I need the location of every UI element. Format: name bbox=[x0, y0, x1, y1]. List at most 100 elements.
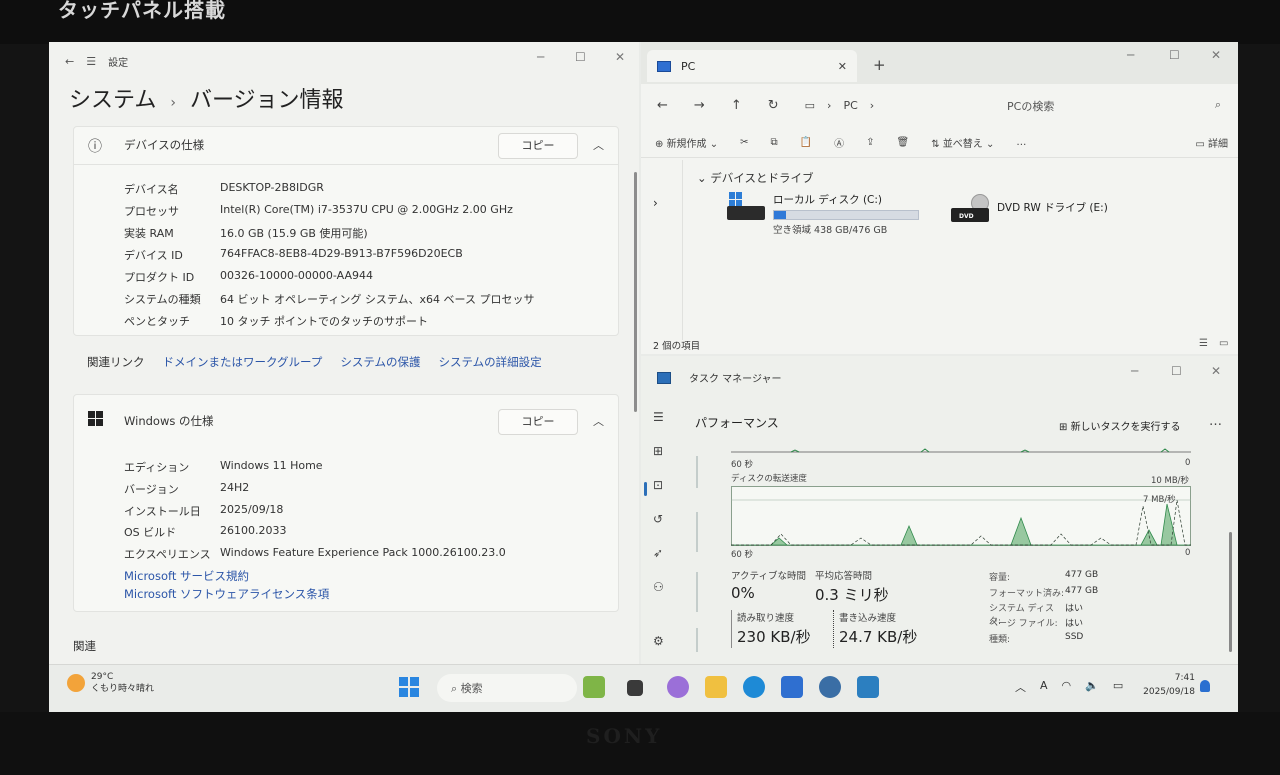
volume-icon[interactable]: 🔈 bbox=[1085, 679, 1099, 695]
weather-widget[interactable]: 29°C くもり時々晴れ bbox=[67, 671, 154, 695]
chevron-up-icon[interactable]: ︿ bbox=[593, 413, 604, 429]
breadcrumb-pc[interactable]: PC bbox=[843, 99, 857, 112]
chevron-up-icon[interactable]: ︿ bbox=[593, 137, 604, 153]
users-icon[interactable]: ⚇ bbox=[653, 580, 664, 594]
forward-arrow-icon[interactable]: → bbox=[694, 98, 705, 113]
copy-windows-specs-button[interactable]: コピー bbox=[498, 409, 578, 435]
tile-view-icon[interactable]: ▭ bbox=[1219, 338, 1228, 349]
more-options-icon[interactable]: … bbox=[1209, 414, 1222, 429]
weather-desc: くもり時々晴れ bbox=[91, 684, 155, 694]
details-pane-button[interactable]: ▭ 詳細 bbox=[1195, 135, 1228, 150]
computer-icon bbox=[657, 60, 671, 72]
drive-c[interactable]: ローカル ディスク (C:) 空き領域 438 GB/476 GB bbox=[727, 192, 919, 236]
close-icon[interactable]: ✕ bbox=[615, 50, 625, 64]
ime-indicator[interactable]: A bbox=[1040, 679, 1048, 695]
list-view-icon[interactable]: ☰ bbox=[1199, 338, 1208, 349]
settings-app-name: 設定 bbox=[108, 58, 129, 69]
taskbar-search[interactable]: ⌕ 検索 bbox=[437, 674, 577, 702]
task-manager-sidebar: ☰ ⊞ ⊡ ↺ ➶ ⚇ ⚙ bbox=[641, 400, 681, 664]
status-item-count: 2 個の項目 bbox=[653, 341, 701, 352]
new-tab-icon[interactable]: + bbox=[873, 56, 886, 74]
hamburger-menu-icon[interactable]: ☰ bbox=[653, 410, 664, 424]
refresh-icon[interactable]: ↻ bbox=[768, 98, 779, 113]
clock[interactable]: 7:41 2025/09/18 bbox=[1141, 671, 1195, 699]
tab-pc[interactable]: PC ✕ bbox=[647, 50, 857, 82]
close-icon[interactable]: ✕ bbox=[1211, 48, 1221, 62]
paste-icon[interactable]: 📋 bbox=[800, 137, 812, 148]
spec-value: 64 ビット オペレーティング システム、x64 ベース プロセッサ bbox=[220, 293, 535, 306]
breadcrumb[interactable]: ▭ › PC › bbox=[805, 99, 875, 112]
system-protection-link[interactable]: システムの保護 bbox=[340, 354, 420, 370]
settings-window: ← ☰ 設定 ─ ☐ ✕ システム › バージョン情報 ⓘ デバイスの仕様 コピ… bbox=[49, 42, 639, 664]
spec-value: 10 タッチ ポイントでのタッチのサポート bbox=[220, 315, 428, 328]
spec-row: エクスペリエンス Windows Feature Experience Pack … bbox=[124, 546, 506, 562]
copy-icon[interactable]: ⧉ bbox=[771, 137, 778, 148]
spec-row: デバイス ID 764FFAC8-8EB8-4D29-B913-B7F596D20… bbox=[124, 247, 463, 263]
back-arrow-icon[interactable]: ← bbox=[65, 55, 74, 68]
ms-license-terms-link[interactable]: Microsoft ソフトウェアライセンス条項 bbox=[124, 586, 329, 602]
domain-workgroup-link[interactable]: ドメインまたはワークグループ bbox=[163, 354, 323, 370]
page-title: システム › バージョン情報 bbox=[69, 82, 344, 114]
chevron-right-icon: › bbox=[869, 98, 875, 112]
maximize-icon[interactable]: ☐ bbox=[575, 50, 586, 64]
store-icon[interactable] bbox=[781, 676, 803, 698]
advanced-system-settings-link[interactable]: システムの詳細設定 bbox=[439, 354, 542, 370]
wifi-icon[interactable]: ◠ bbox=[1062, 679, 1072, 695]
settings-scrollbar[interactable] bbox=[634, 172, 637, 412]
sort-button[interactable]: ⇅ 並べ替え ⌄ bbox=[931, 135, 994, 150]
spec-value: Windows Feature Experience Pack 1000.261… bbox=[220, 546, 506, 559]
app-history-icon[interactable]: ↺ bbox=[653, 512, 663, 526]
run-new-task-button[interactable]: ⊞ 新しいタスクを実行する bbox=[1059, 418, 1181, 433]
hamburger-menu-icon[interactable]: ☰ bbox=[86, 55, 96, 68]
settings-gear-icon[interactable] bbox=[819, 676, 841, 698]
ms-service-agreement-link[interactable]: Microsoft サービス規約 bbox=[124, 568, 249, 584]
maximize-icon[interactable]: ☐ bbox=[1171, 364, 1182, 378]
spec-key: プロセッサ bbox=[124, 205, 179, 218]
back-arrow-icon[interactable]: ← bbox=[657, 98, 668, 113]
notification-bell-icon[interactable] bbox=[1200, 680, 1210, 692]
property-key: 種類: bbox=[989, 635, 1011, 645]
task-manager-taskbar-icon[interactable] bbox=[857, 676, 879, 698]
device-specs-header[interactable]: ⓘ デバイスの仕様 コピー ︿ bbox=[74, 127, 618, 165]
processes-icon[interactable]: ⊞ bbox=[653, 444, 663, 458]
expand-chevron-icon[interactable]: › bbox=[653, 196, 658, 210]
start-button[interactable] bbox=[399, 677, 419, 697]
task-manager-scrollbar[interactable] bbox=[1229, 532, 1232, 652]
copilot-icon[interactable] bbox=[667, 676, 689, 698]
spec-row: 実装 RAM 16.0 GB (15.9 GB 使用可能) bbox=[124, 225, 368, 241]
rename-icon[interactable]: Ⓐ bbox=[834, 135, 844, 150]
write-speed-label: 書き込み速度 bbox=[839, 613, 897, 624]
file-explorer-icon[interactable] bbox=[705, 676, 727, 698]
minimize-icon[interactable]: ─ bbox=[1127, 48, 1134, 62]
spec-value: 764FFAC8-8EB8-4D29-B913-B7F596D20ECB bbox=[220, 247, 463, 260]
delete-icon[interactable]: 🗑 bbox=[897, 137, 910, 148]
cut-icon[interactable]: ✂ bbox=[740, 137, 748, 148]
minimize-icon[interactable]: ─ bbox=[1131, 364, 1138, 378]
maximize-icon[interactable]: ☐ bbox=[1169, 48, 1180, 62]
close-tab-icon[interactable]: ✕ bbox=[838, 60, 847, 73]
task-view-icon[interactable] bbox=[627, 680, 643, 696]
share-icon[interactable]: ⇪ bbox=[866, 137, 874, 148]
chevron-up-icon[interactable]: ︿ bbox=[1015, 679, 1026, 695]
startup-apps-icon[interactable]: ➶ bbox=[653, 546, 663, 560]
drive-e[interactable]: DVD DVD RW ドライブ (E:) bbox=[951, 194, 1108, 224]
battery-icon[interactable]: ▭ bbox=[1113, 679, 1123, 695]
navigation-pane[interactable]: › bbox=[641, 160, 683, 340]
devices-drives-group[interactable]: ⌄ デバイスとドライブ bbox=[697, 170, 813, 186]
breadcrumb-system[interactable]: システム bbox=[69, 82, 156, 114]
widgets-icon[interactable] bbox=[583, 676, 605, 698]
edge-browser-icon[interactable] bbox=[743, 676, 765, 698]
info-icon: ⓘ bbox=[88, 139, 102, 155]
up-arrow-icon[interactable]: ↑ bbox=[731, 98, 742, 113]
copy-device-specs-button[interactable]: コピー bbox=[498, 133, 578, 159]
new-button[interactable]: ⊕ 新規作成 ⌄ bbox=[655, 135, 718, 150]
explorer-search-input[interactable]: PCの検索 ⌕ bbox=[971, 91, 1233, 119]
windows-specs-header[interactable]: Windows の仕様 コピー ︿ bbox=[74, 395, 618, 445]
settings-gear-icon[interactable]: ⚙ bbox=[653, 634, 664, 648]
dvd-badge: DVD bbox=[959, 213, 974, 220]
new-label: 新規作成 bbox=[666, 139, 707, 150]
more-options-button[interactable]: … bbox=[1016, 137, 1026, 148]
performance-icon[interactable]: ⊡ bbox=[653, 478, 663, 492]
close-icon[interactable]: ✕ bbox=[1211, 364, 1221, 378]
minimize-icon[interactable]: ─ bbox=[537, 50, 544, 64]
